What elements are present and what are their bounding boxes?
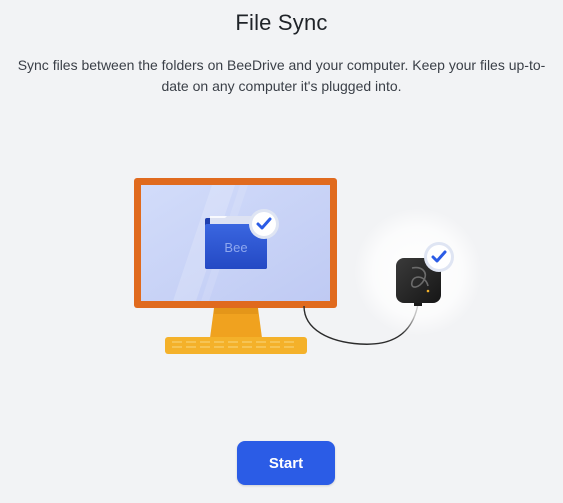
check-badge-icon [424,242,454,272]
monitor [134,178,337,354]
folder-label: Bee [224,240,247,255]
page-description: Sync files between the folders on BeeDri… [17,57,546,94]
page-title: File Sync [235,10,328,35]
start-button[interactable]: Start [237,441,335,485]
beedrive-device [396,258,441,306]
check-badge-icon [249,209,279,239]
folder-icon: Bee [205,216,267,269]
usb-cable [303,303,419,345]
